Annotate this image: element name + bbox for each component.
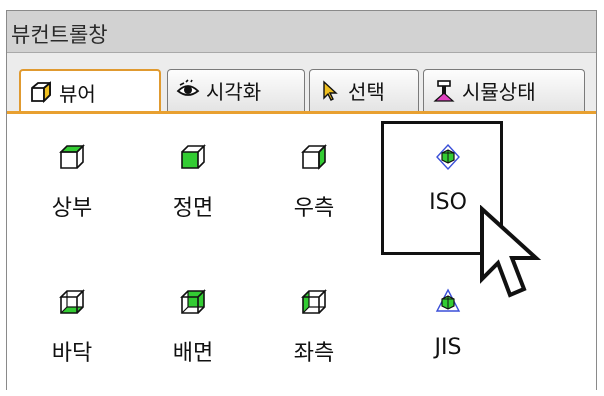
view-front-button[interactable]: 정면	[148, 114, 238, 221]
front-view-icon	[178, 142, 208, 172]
tab-simulation-status-label: 시뮬상태	[462, 80, 536, 104]
view-left-button[interactable]: 좌측	[269, 259, 359, 366]
view-back-label: 배면	[172, 341, 214, 366]
cube-icon	[29, 80, 53, 104]
tab-selection-label: 선택	[348, 80, 385, 104]
bottom-view-icon	[57, 287, 87, 317]
view-left-label: 좌측	[293, 341, 335, 366]
top-view-icon	[57, 142, 87, 172]
mouse-cursor-icon	[480, 205, 542, 298]
right-view-icon	[299, 142, 329, 172]
tab-viewer[interactable]: 뷰어	[19, 69, 161, 113]
view-top-button[interactable]: 상부	[27, 114, 117, 221]
view-control-window: 뷰컨트롤창 뷰어 시각화 선택 시뮬상태 상부 정면 우측 ISO 바닥 배면 …	[6, 10, 597, 390]
title-bar[interactable]: 뷰컨트롤창	[7, 11, 596, 53]
view-bottom-label: 바닥	[51, 341, 93, 366]
view-top-label: 상부	[51, 196, 93, 221]
eye-icon	[176, 78, 200, 103]
view-right-button[interactable]: 우측	[269, 114, 359, 221]
tab-viewer-label: 뷰어	[59, 81, 96, 106]
tab-visualization-label: 시각화	[206, 80, 262, 104]
view-back-button[interactable]: 배면	[148, 259, 238, 366]
view-right-label: 우측	[293, 196, 335, 221]
window-title: 뷰컨트롤창	[11, 23, 108, 47]
tab-selection[interactable]: 선택	[309, 69, 419, 111]
left-view-icon	[299, 287, 329, 317]
tab-simulation-status[interactable]: 시뮬상태	[423, 69, 585, 111]
simulation-icon	[432, 79, 456, 103]
back-view-icon	[178, 287, 208, 317]
view-bottom-button[interactable]: 바닥	[27, 259, 117, 366]
jis-view-icon	[433, 287, 463, 317]
view-front-label: 정면	[172, 196, 214, 221]
view-jis-label: JIS	[434, 335, 462, 360]
pointer-icon	[318, 79, 342, 103]
tab-visualization[interactable]: 시각화	[167, 69, 305, 111]
